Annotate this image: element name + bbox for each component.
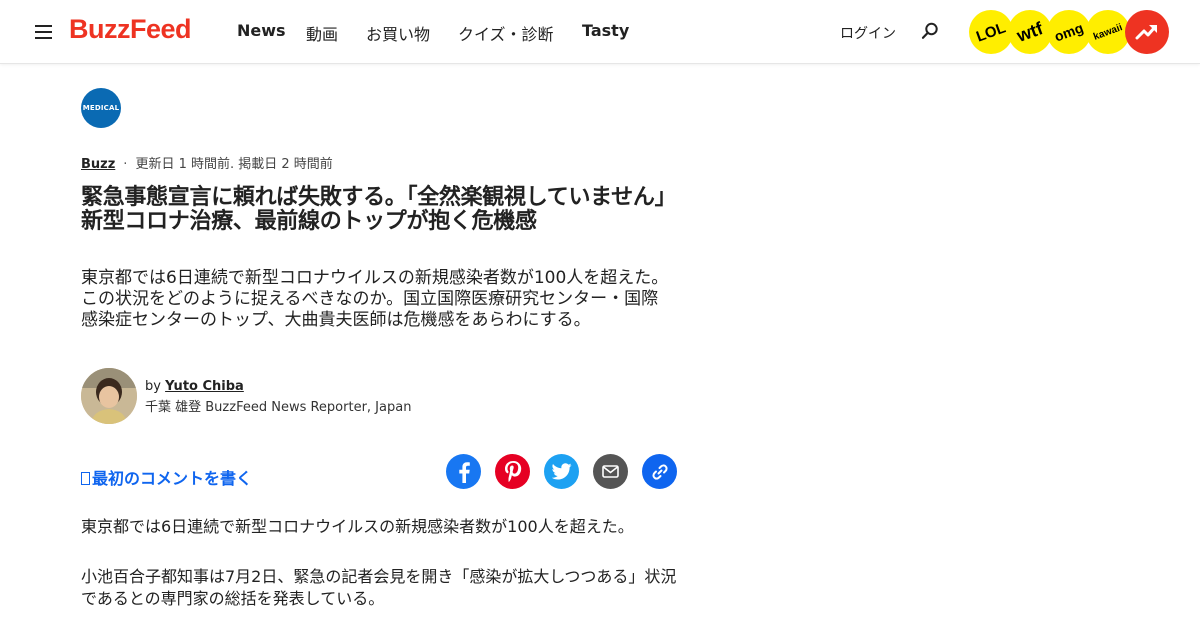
section-link[interactable]: Buzz <box>81 157 115 172</box>
email-icon[interactable] <box>593 454 628 489</box>
author-role: 千葉 雄登 BuzzFeed News Reporter, Japan <box>145 400 412 415</box>
wtf-badge-icon[interactable]: wtf <box>1008 10 1052 54</box>
byline: by Yuto Chiba <box>145 379 244 394</box>
meta-separator: · <box>123 157 128 172</box>
menu-icon[interactable] <box>35 25 52 39</box>
wtf-badge-label: wtf <box>1014 17 1046 46</box>
lol-badge-label: LOL <box>973 18 1009 46</box>
medical-category-badge[interactable]: MEDICAL <box>81 88 121 128</box>
article-meta: Buzz · 更新日 1 時間前. 掲載日 2 時間前 <box>81 153 333 172</box>
avatar[interactable] <box>81 368 137 424</box>
site-header: BuzzFeed News 動画 お買い物 クイズ・診断 Tasty ログイン … <box>0 0 1200 64</box>
kawaii-badge-label: kawaii <box>1092 21 1124 43</box>
nav-item-tasty[interactable]: Tasty <box>582 21 629 40</box>
pinterest-icon[interactable] <box>495 454 530 489</box>
facebook-icon[interactable] <box>446 454 481 489</box>
kawaii-badge-icon[interactable]: kawaii <box>1086 10 1130 54</box>
timestamp: 更新日 1 時間前. 掲載日 2 時間前 <box>135 157 333 172</box>
twitter-icon[interactable] <box>544 454 579 489</box>
omg-badge-label: omg <box>1052 19 1086 45</box>
link-icon[interactable] <box>642 454 677 489</box>
nav-item-shopping[interactable]: お買い物 <box>366 21 430 45</box>
nav-item-news[interactable]: News <box>237 21 286 40</box>
nav-item-quizzes[interactable]: クイズ・診断 <box>458 21 554 45</box>
trending-arrow-icon[interactable] <box>1125 10 1169 54</box>
byline-prefix: by <box>145 379 161 394</box>
omg-badge-icon[interactable]: omg <box>1047 10 1091 54</box>
author-link[interactable]: Yuto Chiba <box>165 379 244 394</box>
article-paragraph: 東京都では6日連続で新型コロナウイルスの新規感染者数が100人を超えた。 <box>81 517 634 536</box>
article-paragraph: 小池百合子都知事は7月2日、緊急の記者会見を開き「感染が拡大しつつある」状況であ… <box>81 567 677 608</box>
login-link[interactable]: ログイン <box>840 23 896 43</box>
comment-link-label: 最初のコメントを書く <box>92 469 253 488</box>
search-icon[interactable] <box>921 22 939 40</box>
article-title: 緊急事態宣言に頼れば失敗する。「全然楽観視していません」新型コロナ治療、最前線の… <box>81 185 677 234</box>
comment-icon <box>81 472 90 485</box>
comment-link[interactable]: 最初のコメントを書く <box>81 465 252 489</box>
nav-item-videos[interactable]: 動画 <box>306 21 338 45</box>
article-dek: 東京都では6日連続で新型コロナウイルスの新規感染者数が100人を超えた。この状況… <box>81 268 669 330</box>
lol-badge-icon[interactable]: LOL <box>969 10 1013 54</box>
buzzfeed-logo[interactable]: BuzzFeed <box>69 14 192 45</box>
